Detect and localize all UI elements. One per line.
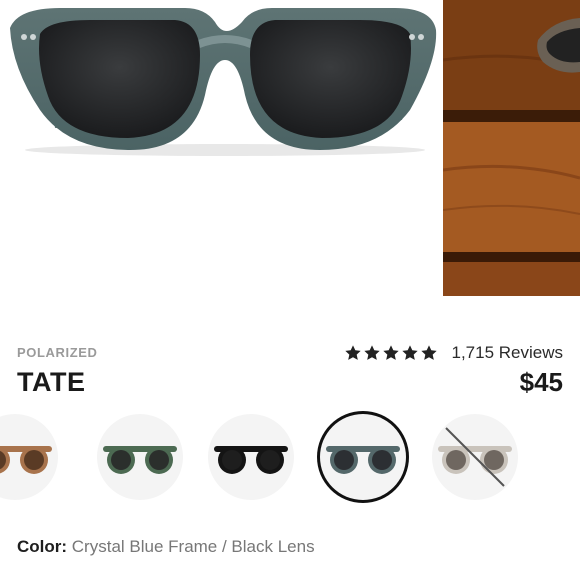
swatch-black[interactable] — [208, 414, 294, 500]
product-image-gallery[interactable] — [0, 0, 580, 300]
star-icon — [345, 345, 362, 360]
star-icon — [364, 345, 381, 360]
selected-color-description: Color: Crystal Blue Frame / Black Lens — [17, 537, 315, 557]
sunglasses-front-illustration — [10, 8, 437, 156]
brown-sunglasses-icon — [0, 446, 52, 474]
product-price: $45 — [519, 367, 563, 397]
swatch-crystal-blue[interactable] — [320, 414, 406, 500]
star-icon — [421, 345, 438, 360]
product-title: TATE — [17, 367, 86, 397]
wood-background-photo — [443, 0, 580, 296]
main-product-image[interactable] — [0, 0, 438, 300]
green-sunglasses-icon — [103, 446, 177, 474]
product-rating[interactable]: 1,715 Reviews — [344, 343, 563, 363]
color-value: Crystal Blue Frame / Black Lens — [71, 537, 315, 556]
star-icon — [383, 345, 400, 360]
color-label: Color: — [17, 537, 68, 556]
reviews-link[interactable]: 1,715 Reviews — [451, 343, 563, 363]
polarized-badge: POLARIZED — [17, 345, 98, 360]
swatch-tortoise[interactable] — [432, 414, 518, 500]
rating-stars — [344, 344, 438, 362]
crystal-blue-sunglasses-icon — [326, 446, 400, 474]
swatch-brown[interactable] — [0, 414, 58, 500]
black-sunglasses-icon — [214, 446, 288, 474]
unavailable-strike-icon — [445, 427, 505, 487]
secondary-product-image[interactable] — [443, 0, 580, 296]
star-icon — [402, 345, 419, 360]
color-swatch-list — [0, 412, 580, 504]
swatch-green[interactable] — [97, 414, 183, 500]
